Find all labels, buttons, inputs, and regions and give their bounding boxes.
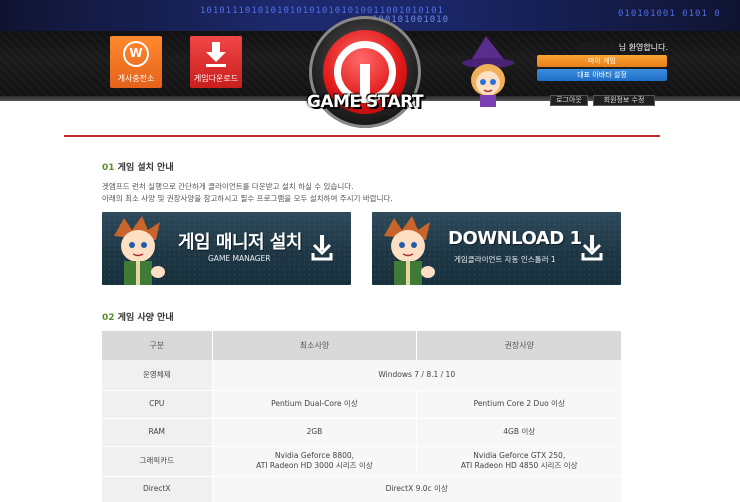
- install-description-1: 겟앰프드 런처 실행으로 간단하게 클라이언트를 다운받고 설치 하실 수 있습…: [102, 182, 354, 191]
- username-redacted: [580, 43, 617, 52]
- section-title-specs: 02 게임 사양 안내: [102, 310, 174, 323]
- witch-avatar-icon: [462, 36, 514, 107]
- binary-decoration: 010101001 0101 0: [618, 9, 721, 19]
- section-number: 02: [102, 313, 115, 323]
- table-row: CPU Pentium Dual-Core 이상 Pentium Core 2 …: [102, 390, 621, 419]
- welcome-text: 님 환영합니다.: [618, 43, 668, 52]
- section-number: 01: [102, 163, 115, 173]
- banner-subtitle: 게임클라이언트 자동 인스톨러 1: [454, 255, 556, 264]
- charge-center-button[interactable]: W 게사충전소: [110, 36, 162, 88]
- download-arrow-icon: [581, 235, 603, 261]
- row-label: 운영체제: [102, 360, 212, 391]
- charge-center-label: 게사충전소: [117, 74, 155, 83]
- section-title-text: 게임 설치 안내: [117, 163, 174, 173]
- game-start-button[interactable]: GAME START: [300, 14, 430, 132]
- table-row: 운영체제 Windows 7 / 8.1 / 10: [102, 360, 621, 391]
- row-label: 그래픽카드: [102, 446, 212, 477]
- banner-title: DOWNLOAD 1: [448, 228, 582, 249]
- row-label: DirectX: [102, 476, 212, 502]
- row-value-rec: Nvidia Geforce GTX 250, ATI Radeon HD 48…: [416, 446, 621, 477]
- avatar-setting-button[interactable]: 대표 아바타 설정: [537, 69, 667, 81]
- hero-character-icon: [384, 216, 435, 285]
- game-download-label: 게임다운로드: [193, 74, 239, 83]
- row-value-min: 2GB: [211, 418, 417, 447]
- column-header: 최소사양: [212, 331, 418, 360]
- hero-character-icon: [114, 216, 165, 285]
- value-line: ATI Radeon HD 4850 시리즈 이상: [460, 461, 578, 470]
- column-header: 권장사양: [416, 331, 621, 360]
- row-value: DirectX 9.0c 이상: [211, 476, 621, 502]
- row-label: RAM: [102, 418, 212, 447]
- section-title-text: 게임 사양 안내: [117, 313, 174, 323]
- section-divider: [64, 135, 660, 137]
- game-download-button[interactable]: 게임다운로드: [190, 36, 242, 88]
- table-row: RAM 2GB 4GB 이상: [102, 418, 621, 447]
- spec-table-header: 구분 최소사양 권장사양: [102, 331, 621, 360]
- logout-button[interactable]: 로그아웃: [550, 95, 588, 106]
- download-icon: [206, 42, 226, 67]
- spec-table: 구분 최소사양 권장사양 운영체제 Windows 7 / 8.1 / 10 C…: [102, 331, 621, 502]
- banner-title: 게임 매니저 설치: [178, 232, 302, 253]
- edit-profile-button[interactable]: 회원정보 수정: [593, 95, 655, 106]
- row-label: CPU: [102, 390, 212, 419]
- value-line: Nvidia Geforce 8800,: [274, 451, 355, 460]
- w-coin-icon: W: [123, 41, 149, 67]
- w-coin-letter: W: [129, 46, 143, 60]
- install-description-2: 아래의 최소 사양 및 권장사양을 참고하시고 필수 프로그램을 모두 설치하여…: [102, 194, 393, 203]
- my-game-button[interactable]: 마이 게임: [537, 55, 667, 67]
- row-value-rec: 4GB 이상: [416, 418, 621, 447]
- row-value-rec: Pentium Core 2 Duo 이상: [416, 390, 621, 419]
- download-client-banner[interactable]: DOWNLOAD 1 게임클라이언트 자동 인스톨러 1: [372, 212, 621, 285]
- row-value: Windows 7 / 8.1 / 10: [211, 360, 621, 391]
- value-line: ATI Radeon HD 3000 시리즈 이상: [256, 461, 373, 470]
- banner-subtitle: GAME MANAGER: [208, 254, 271, 263]
- game-manager-install-banner[interactable]: 게임 매니저 설치 GAME MANAGER: [102, 212, 351, 285]
- table-row: DirectX DirectX 9.0c 이상: [102, 476, 621, 502]
- column-header: 구분: [102, 331, 213, 360]
- table-row: 그래픽카드 Nvidia Geforce 8800, ATI Radeon HD…: [102, 446, 621, 477]
- row-value-min: Pentium Dual-Core 이상: [211, 390, 417, 419]
- row-value-min: Nvidia Geforce 8800, ATI Radeon HD 3000 …: [211, 446, 417, 477]
- welcome-message: 님 환영합니다.: [538, 42, 668, 53]
- download-arrow-icon: [311, 235, 333, 261]
- section-title-install: 01 게임 설치 안내: [102, 160, 174, 173]
- game-start-label: GAME START: [306, 92, 424, 112]
- value-line: Nvidia Geforce GTX 250,: [473, 451, 566, 460]
